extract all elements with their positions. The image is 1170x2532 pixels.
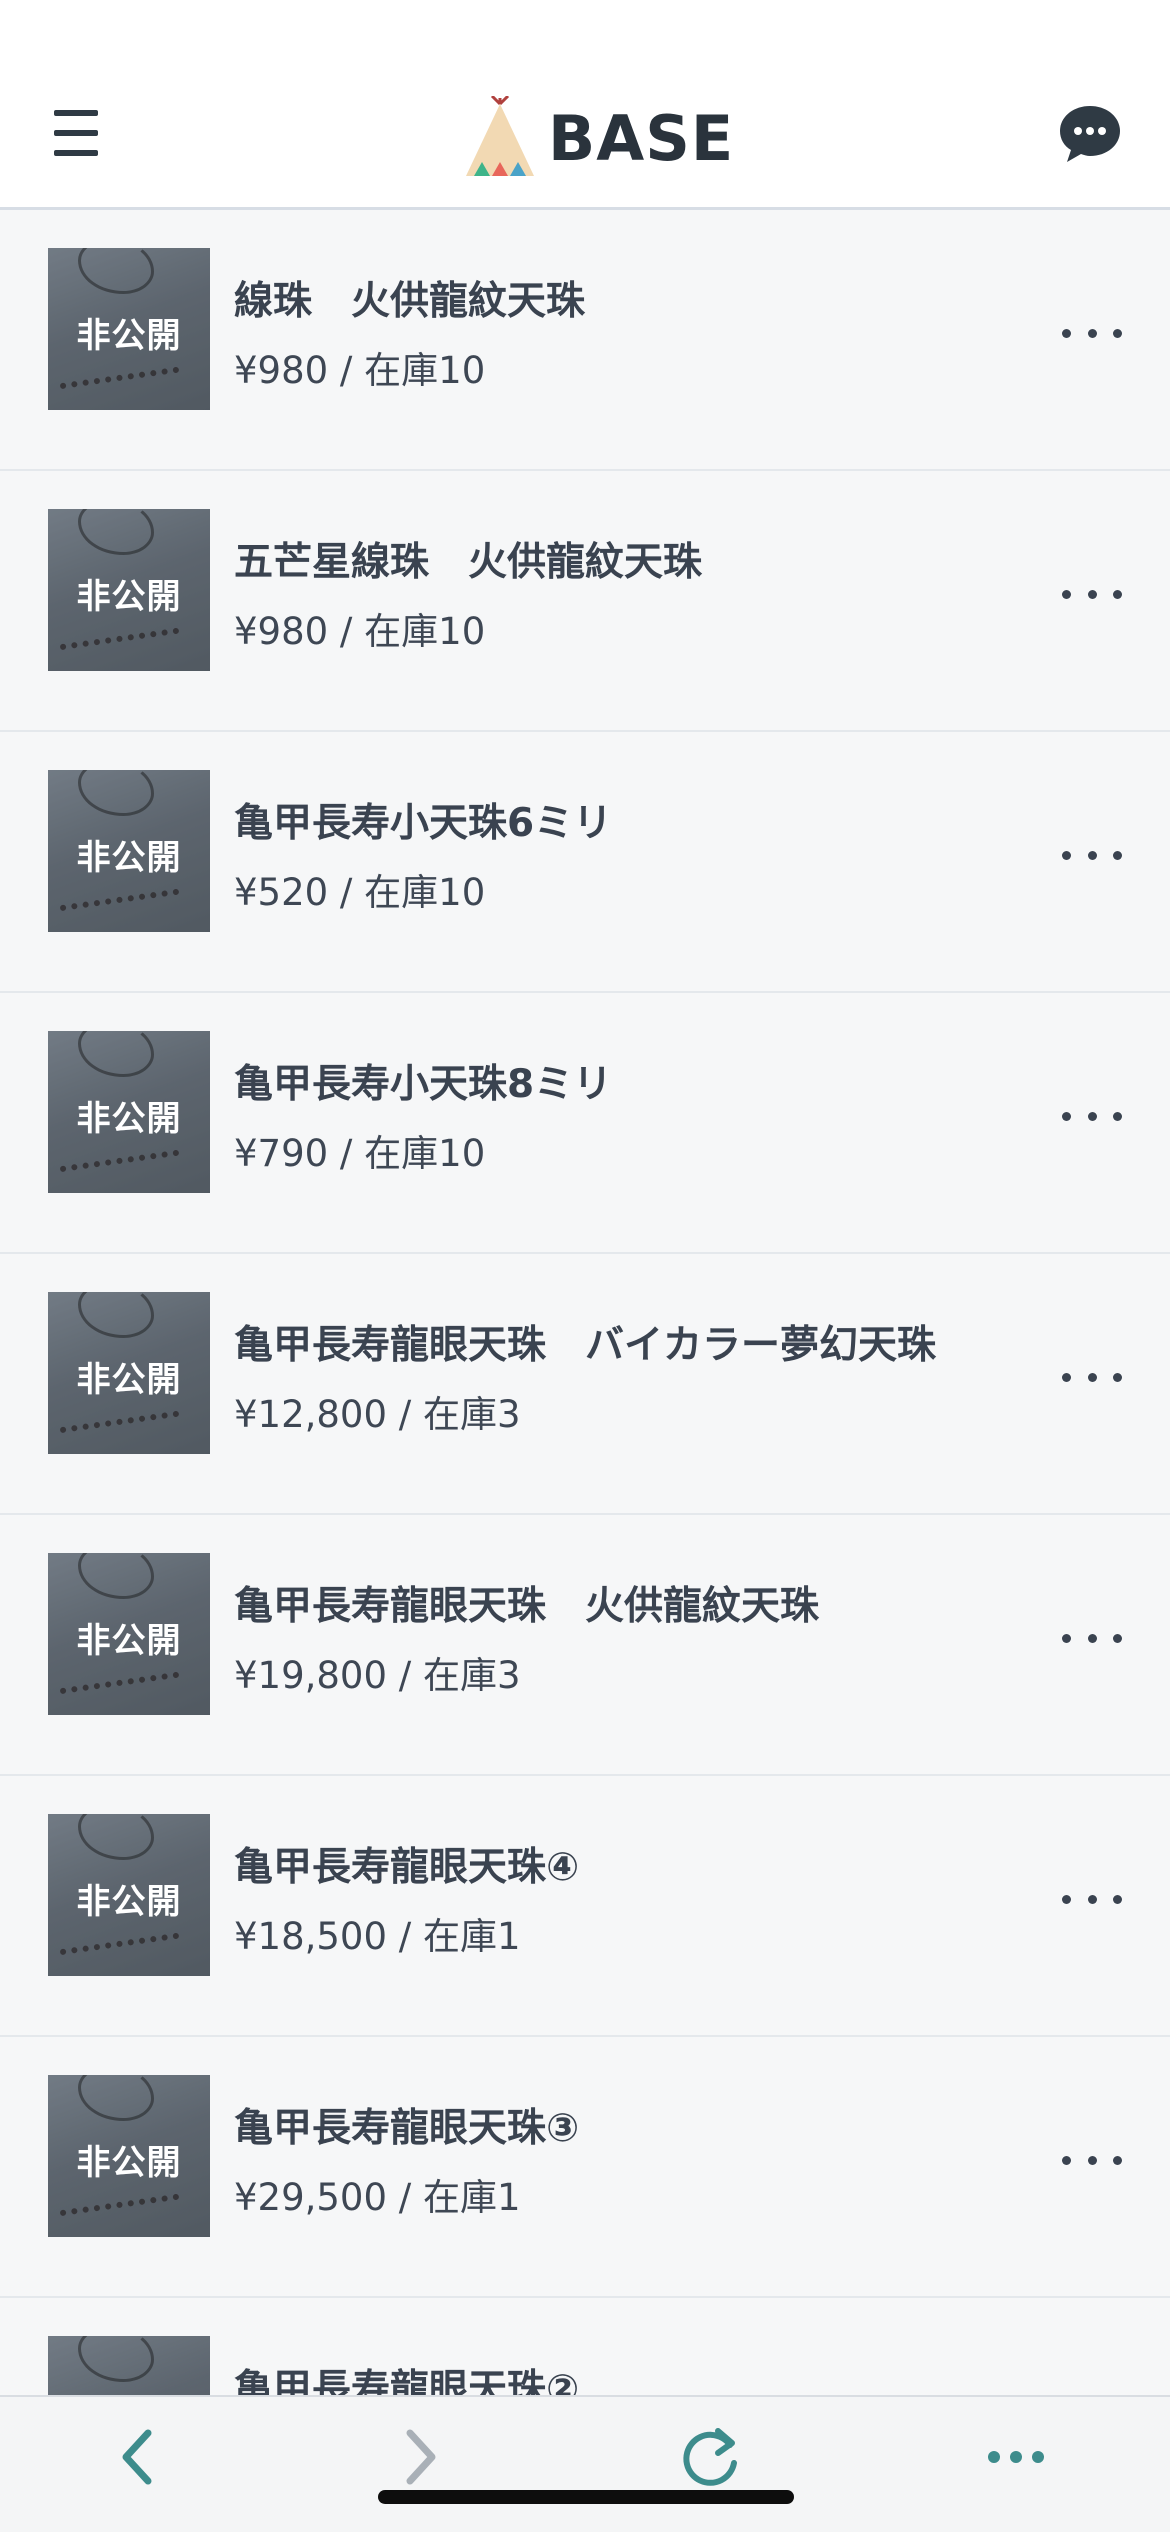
more-options-icon[interactable] <box>1062 845 1122 865</box>
item-thumbnail[interactable]: 非公開 <box>48 1553 210 1715</box>
item-price-stock: ¥790 / 在庫10 <box>234 1132 486 1175</box>
item-price-stock: ¥12,800 / 在庫3 <box>234 1393 521 1436</box>
hamburger-menu-icon[interactable] <box>52 110 102 160</box>
private-badge: 非公開 <box>76 577 182 617</box>
item-title: 五芒星線珠 火供龍紋天珠 <box>234 540 703 585</box>
item-price-stock: ¥980 / 在庫10 <box>234 349 486 392</box>
chevron-left-icon[interactable] <box>100 2417 180 2497</box>
list-item[interactable]: 亀甲長寿龍眼天珠② <box>0 2298 1170 2395</box>
item-list: 非公開 線珠 火供龍紋天珠 ¥980 / 在庫10 非公開 五芒星線珠 火供龍紋… <box>0 210 1170 2395</box>
more-options-icon[interactable] <box>1062 1628 1122 1648</box>
list-item[interactable]: 非公開 亀甲長寿小天珠8ミリ ¥790 / 在庫10 <box>0 993 1170 1254</box>
item-title: 亀甲長寿龍眼天珠 火供龍紋天珠 <box>234 1584 820 1629</box>
item-thumbnail[interactable]: 非公開 <box>48 1814 210 1976</box>
item-price-stock: ¥520 / 在庫10 <box>234 871 486 914</box>
more-options-icon[interactable] <box>1062 584 1122 604</box>
item-thumbnail[interactable]: 非公開 <box>48 509 210 671</box>
more-options-icon[interactable] <box>1062 2150 1122 2170</box>
item-price-stock: ¥18,500 / 在庫1 <box>234 1915 521 1958</box>
more-options-icon[interactable] <box>1062 1106 1122 1126</box>
list-item[interactable]: 非公開 亀甲長寿龍眼天珠 火供龍紋天珠 ¥19,800 / 在庫3 <box>0 1515 1170 1776</box>
base-logo[interactable]: BASE <box>462 96 734 180</box>
item-thumbnail[interactable]: 非公開 <box>48 248 210 410</box>
item-price-stock: ¥19,800 / 在庫3 <box>234 1654 521 1697</box>
chevron-right-icon[interactable] <box>378 2417 458 2497</box>
list-item[interactable]: 非公開 亀甲長寿龍眼天珠③ ¥29,500 / 在庫1 <box>0 2037 1170 2298</box>
list-item[interactable]: 非公開 亀甲長寿龍眼天珠 バイカラー夢幻天珠 ¥12,800 / 在庫3 <box>0 1254 1170 1515</box>
logo-text: BASE <box>548 101 735 175</box>
private-badge: 非公開 <box>76 1882 182 1922</box>
private-badge: 非公開 <box>76 2143 182 2183</box>
private-badge: 非公開 <box>76 1621 182 1661</box>
app-header: BASE <box>0 0 1170 210</box>
item-title: 亀甲長寿小天珠8ミリ <box>234 1062 613 1107</box>
private-badge: 非公開 <box>76 1099 182 1139</box>
item-price-stock: ¥980 / 在庫10 <box>234 610 486 653</box>
private-badge: 非公開 <box>76 1360 182 1400</box>
item-thumbnail[interactable]: 非公開 <box>48 2075 210 2237</box>
item-title: 亀甲長寿龍眼天珠② <box>234 2367 580 2395</box>
item-title: 亀甲長寿小天珠6ミリ <box>234 801 613 846</box>
more-horizontal-icon[interactable] <box>976 2417 1056 2497</box>
list-item[interactable]: 非公開 線珠 火供龍紋天珠 ¥980 / 在庫10 <box>0 210 1170 471</box>
item-thumbnail[interactable] <box>48 2336 210 2395</box>
item-title: 線珠 火供龍紋天珠 <box>234 279 586 324</box>
teepee-logo-icon <box>466 96 534 176</box>
home-indicator <box>378 2490 794 2504</box>
list-item[interactable]: 非公開 亀甲長寿小天珠6ミリ ¥520 / 在庫10 <box>0 732 1170 993</box>
item-price-stock: ¥29,500 / 在庫1 <box>234 2176 521 2219</box>
browser-toolbar <box>0 2395 1170 2532</box>
chat-bubble-icon[interactable] <box>1058 104 1122 164</box>
item-title: 亀甲長寿龍眼天珠③ <box>234 2106 580 2151</box>
item-title: 亀甲長寿龍眼天珠④ <box>234 1845 580 1890</box>
item-thumbnail[interactable]: 非公開 <box>48 1031 210 1193</box>
list-item[interactable]: 非公開 亀甲長寿龍眼天珠④ ¥18,500 / 在庫1 <box>0 1776 1170 2037</box>
more-options-icon[interactable] <box>1062 1889 1122 1909</box>
item-title: 亀甲長寿龍眼天珠 バイカラー夢幻天珠 <box>234 1323 937 1368</box>
page: BASE 非公開 線珠 火供龍紋天珠 ¥980 / 在庫10 非公開 五芒星線珠… <box>0 0 1170 2532</box>
private-badge: 非公開 <box>76 838 182 878</box>
more-options-icon[interactable] <box>1062 1367 1122 1387</box>
private-badge: 非公開 <box>76 316 182 356</box>
item-thumbnail[interactable]: 非公開 <box>48 770 210 932</box>
more-options-icon[interactable] <box>1062 323 1122 343</box>
list-item[interactable]: 非公開 五芒星線珠 火供龍紋天珠 ¥980 / 在庫10 <box>0 471 1170 732</box>
item-thumbnail[interactable]: 非公開 <box>48 1292 210 1454</box>
reload-icon[interactable] <box>672 2417 752 2497</box>
